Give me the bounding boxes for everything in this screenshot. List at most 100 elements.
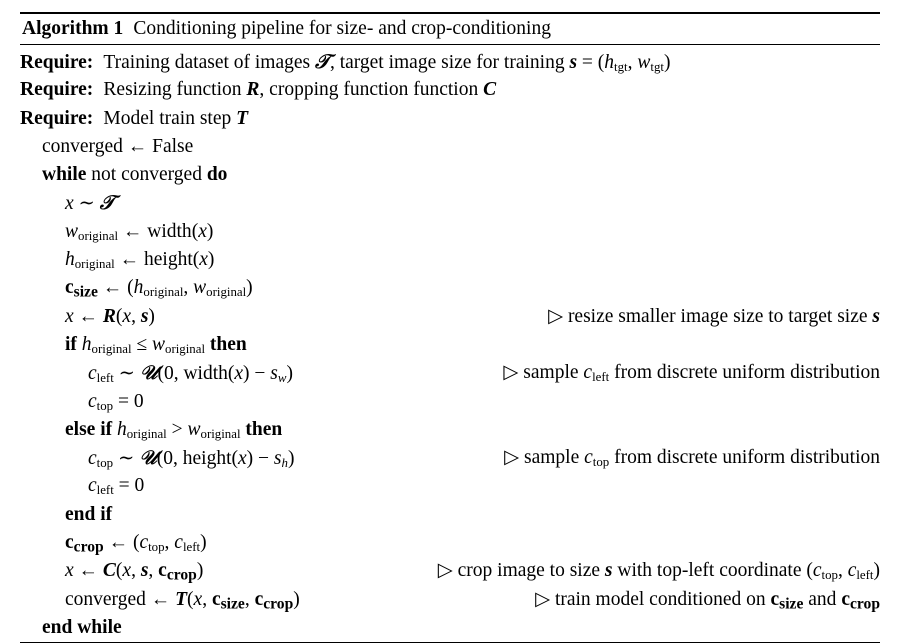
minus-operator-icon: − [254,363,266,385]
algorithm-line-c-size: csize ← (horiginal, woriginal) [20,274,880,302]
algorithm-line-ctop-zero: ctop = 0 [20,388,880,416]
equals-operator-icon: = [118,475,130,497]
line-code: converged ← False [20,133,193,161]
assign-arrow-icon: ← [78,560,99,582]
line-code: cleft ∼ 𝒰(0, width(x) − sw) [88,361,293,386]
c-crop-vector: ccrop [254,588,294,613]
line-code: ctop ∼ 𝒰(0, height(x) − sh) [88,446,295,471]
algorithm-line-sample-cleft: cleft ∼ 𝒰(0, width(x) − sw) ▷ sample cle… [20,359,880,387]
comment-triangle-icon: ▷ [503,362,519,384]
comment-triangle-icon: ▷ [535,588,551,610]
sim-operator-icon: ∼ [117,448,135,470]
leq-operator-icon: ≤ [136,333,148,355]
comment-triangle-icon: ▷ [437,560,453,582]
assign-arrow-icon: ← [108,532,129,554]
algorithm-line-require-2: Require: Resizing function R, cropping fu… [20,76,880,104]
line-code: Require: Model train step T [20,107,249,129]
line-code: x ← R(x, s) [65,305,155,327]
line-code: woriginal ← width(x) [65,220,214,243]
comment-text-tail: from discrete uniform distribution [614,447,880,469]
algorithm-line-if-h-leq-w: if horiginal ≤ woriginal then [20,331,880,359]
end-while-keyword: end while [42,616,122,638]
line-code: Require: Training dataset of images 𝒯, ta… [20,50,671,75]
equals-operator-icon: = [117,390,129,412]
c-size-vector: csize [211,588,245,613]
minus-operator-icon: − [258,448,270,470]
comment-triangle-icon: ▷ [504,447,520,469]
comment-text: train model conditioned on [554,588,766,610]
dataset-symbol: 𝒯 [99,191,115,215]
comment-text-tail: from discrete uniform distribution [614,362,880,384]
require-label: Require: [20,79,94,101]
line-comment: ▷ crop image to size s with top-left coo… [437,560,880,583]
assign-arrow-icon: ← [78,305,99,327]
algorithm-line-w-original: woriginal ← width(x) [20,218,880,246]
algorithm-line-require-1: Require: Training dataset of images 𝒯, ta… [20,48,880,76]
line-comment: ▷ train model conditioned on csize and c… [535,586,880,614]
algorithm-line-converged-init: converged ← False [20,133,880,161]
line-code: converged ← T(x, csize, ccrop) [65,588,300,613]
algorithm-number: Algorithm 1 [22,18,124,39]
line-code: while not converged do [20,161,227,189]
converged-var: converged [121,164,202,186]
line-code: ccrop ← (ctop, cleft) [65,532,207,556]
height-fn: height [144,249,193,271]
assign-arrow-icon: ← [127,135,148,157]
comment-text: sample [523,362,579,384]
algorithm-caption: Conditioning pipeline for size- and crop… [133,18,551,39]
comment-and: and [808,588,837,610]
algorithm-line-crop-x: x ← C(x, s, ccrop) ▷ crop image to size … [20,557,880,585]
sim-operator-icon: ∼ [118,363,136,385]
algorithm-block: Algorithm 1 Conditioning pipeline for siz… [20,12,880,643]
assign-arrow-icon: ← [122,220,143,242]
if-keyword: if [100,418,113,440]
if-keyword: if [65,333,77,355]
algorithm-line-end-if: end if [20,501,880,529]
require-label: Require: [20,107,94,129]
algorithm-line-h-original: horiginal ← height(x) [20,246,880,274]
comment-triangle-icon: ▷ [548,305,564,327]
assign-arrow-icon: ← [150,588,171,610]
line-comment: ▷ resize smaller image size to target si… [548,305,880,327]
comment-text: crop image to size [457,560,601,582]
dataset-symbol: 𝒯 [315,50,330,73]
assign-arrow-icon: ← [119,249,140,271]
algorithm-line-end-while: end while [20,614,880,642]
line-code: horiginal ← height(x) [65,249,215,272]
algorithm-line-require-3: Require: Model train step T [20,105,880,133]
algorithm-line-cleft-zero: cleft = 0 [20,472,880,500]
c-size-vector: csize [65,277,98,301]
line-code: csize ← (horiginal, woriginal) [65,277,253,301]
algorithm-line-c-crop: ccrop ← (ctop, cleft) [20,529,880,557]
algorithm-line-else-if-h-gt-w: else if horiginal > woriginal then [20,416,880,444]
line-code: cleft = 0 [88,475,145,498]
comment-text: resize smaller image size to target size [567,305,868,327]
line-code: end while [20,614,122,642]
width-fn: width [147,220,192,242]
height-fn: height [182,448,232,470]
algorithm-line-sample-x: x ∼ 𝒯 [20,189,880,217]
assign-arrow-icon: ← [102,277,123,299]
algorithm-body: Require: Training dataset of images 𝒯, ta… [20,45,880,642]
line-code: if horiginal ≤ woriginal then [65,333,247,357]
line-comment: ▷ sample cleft from discrete uniform dis… [503,362,880,385]
algorithm-line-sample-ctop: ctop ∼ 𝒰(0, height(x) − sh) ▷ sample cto… [20,444,880,472]
algorithm-line-train-step: converged ← T(x, csize, ccrop) ▷ train m… [20,586,880,614]
sim-operator-icon: ∼ [78,193,95,215]
then-keyword: then [209,333,247,355]
line-code: end if [20,501,112,529]
line-code: x ∼ 𝒯 [65,191,115,215]
line-code: ctop = 0 [88,390,144,413]
c-crop-vector: ccrop [65,532,104,556]
c-crop-vector: ccrop [158,560,197,584]
while-keyword: while [42,164,87,186]
do-keyword: do [206,164,228,186]
then-keyword: then [245,418,283,440]
c-size-vector: csize [770,588,804,613]
false-literal: False [152,135,194,157]
line-code: Require: Resizing function R, cropping fu… [20,79,497,101]
algorithm-line-resize-x: x ← R(x, s) ▷ resize smaller image size … [20,303,880,331]
c-crop-vector: ccrop [841,588,880,613]
algorithm-title: Algorithm 1 Conditioning pipeline for siz… [20,14,880,44]
else-keyword: else [65,418,96,440]
